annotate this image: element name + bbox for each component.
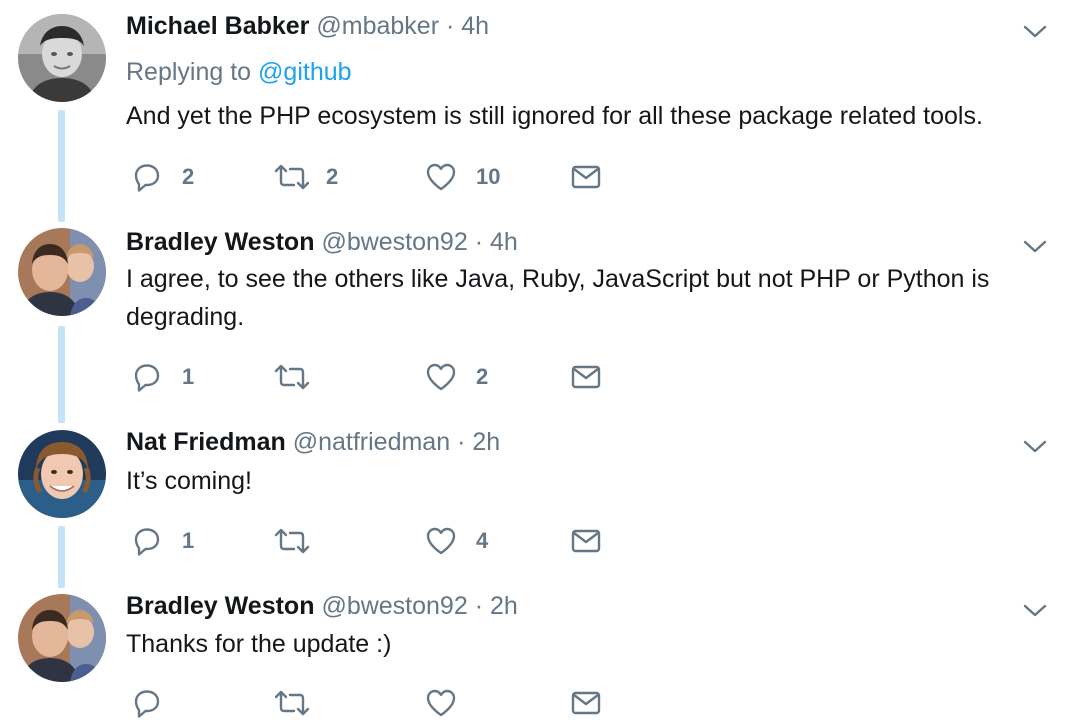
retweet-button[interactable]: 2 [272, 160, 338, 194]
like-button[interactable]: 10 [424, 160, 500, 194]
retweet-count: 2 [326, 164, 339, 189]
timestamp[interactable]: 4h [461, 12, 489, 40]
tweet-header: Nat Friedman @natfriedman · 2h [126, 426, 500, 458]
reply-button[interactable] [130, 686, 182, 720]
caret-down-icon[interactable] [1020, 231, 1050, 261]
tweet-text: It’s coming! [126, 467, 252, 495]
avatar[interactable] [18, 430, 106, 518]
tweet-actions: 2 2 10 [0, 160, 1080, 194]
retweet-icon [272, 686, 312, 720]
like-icon [424, 160, 458, 194]
retweet-icon [272, 360, 312, 394]
reply-icon [130, 524, 164, 558]
direct-message-button[interactable] [569, 686, 603, 720]
reply-icon [130, 686, 164, 720]
tweet-header: Bradley Weston @bweston92 · 2h [126, 590, 518, 622]
caret-down-icon[interactable] [1020, 16, 1050, 46]
like-count: 2 [476, 364, 489, 389]
tweet-4[interactable]: Bradley Weston @bweston92 · 2h Thanks fo… [0, 590, 1080, 711]
like-button[interactable] [424, 686, 476, 720]
mention-link[interactable]: @github [258, 58, 352, 86]
tweet-header: Michael Babker @mbabker · 4h [126, 10, 489, 42]
reply-button[interactable]: 1 [130, 524, 194, 558]
tweet-3[interactable]: Nat Friedman @natfriedman · 2h It’s comi… [0, 426, 1080, 591]
reply-button[interactable]: 1 [130, 360, 194, 394]
timestamp[interactable]: 2h [490, 592, 518, 620]
separator: · [474, 228, 484, 256]
tweet-header: Bradley Weston @bweston92 · 4h [126, 226, 518, 258]
replying-to-label: Replying to [126, 58, 252, 86]
display-name[interactable]: Bradley Weston [126, 592, 314, 620]
retweet-button[interactable] [272, 360, 330, 394]
reply-count: 2 [182, 164, 195, 189]
retweet-button[interactable] [272, 524, 330, 558]
caret-down-icon[interactable] [1020, 595, 1050, 625]
tweet-2[interactable]: Bradley Weston @bweston92 · 4h I agree, … [0, 226, 1080, 423]
display-name[interactable]: Nat Friedman [126, 428, 286, 456]
caret-down-icon[interactable] [1020, 431, 1050, 461]
user-handle[interactable]: @bweston92 [321, 228, 467, 256]
message-icon [569, 360, 603, 394]
message-icon [569, 686, 603, 720]
direct-message-button[interactable] [569, 524, 603, 558]
like-button[interactable]: 4 [424, 524, 488, 558]
direct-message-button[interactable] [569, 360, 603, 394]
tweet-1[interactable]: Michael Babker @mbabker · 4h Replying to… [0, 10, 1080, 222]
tweet-actions [0, 686, 1080, 720]
reply-button[interactable]: 2 [130, 160, 194, 194]
replying-to: Replying to @github [126, 56, 352, 88]
reply-icon [130, 160, 164, 194]
display-name[interactable]: Bradley Weston [126, 228, 314, 256]
like-icon [424, 360, 458, 394]
message-icon [569, 160, 603, 194]
direct-message-button[interactable] [569, 160, 603, 194]
reply-count: 1 [182, 364, 195, 389]
tweet-actions: 1 2 [0, 360, 1080, 394]
avatar[interactable] [18, 228, 106, 316]
retweet-button[interactable] [272, 686, 330, 720]
tweet-text: And yet the PHP ecosystem is still ignor… [126, 102, 983, 130]
like-icon [424, 686, 458, 720]
retweet-icon [272, 160, 312, 194]
reply-icon [130, 360, 164, 394]
display-name[interactable]: Michael Babker [126, 12, 309, 40]
timestamp[interactable]: 4h [490, 228, 518, 256]
user-handle[interactable]: @mbabker [316, 12, 439, 40]
like-count: 4 [476, 528, 489, 553]
user-handle[interactable]: @natfriedman [293, 428, 450, 456]
timestamp[interactable]: 2h [472, 428, 500, 456]
retweet-icon [272, 524, 312, 558]
tweet-actions: 1 4 [0, 524, 1080, 558]
like-button[interactable]: 2 [424, 360, 488, 394]
avatar[interactable] [18, 594, 106, 682]
reply-count: 1 [182, 528, 195, 553]
separator: · [457, 428, 466, 456]
like-icon [424, 524, 458, 558]
user-handle[interactable]: @bweston92 [321, 592, 467, 620]
message-icon [569, 524, 603, 558]
separator: · [445, 12, 455, 40]
tweet-text: I agree, to see the others like Java, Ru… [126, 265, 990, 331]
avatar[interactable] [18, 14, 106, 102]
tweet-text: Thanks for the update :) [126, 630, 392, 658]
like-count: 10 [476, 164, 501, 189]
separator: · [474, 592, 484, 620]
